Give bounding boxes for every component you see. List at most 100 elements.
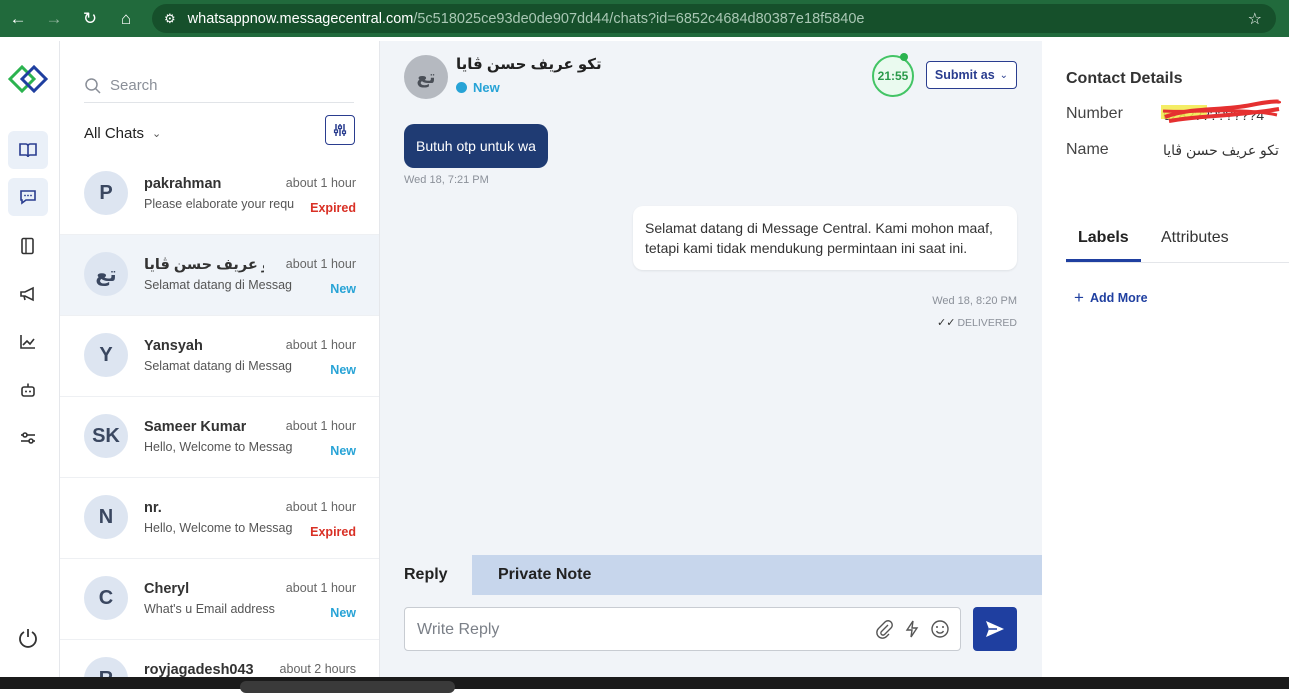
- chat-list-item[interactable]: R royjagadesh043 about 2 hours: [60, 640, 379, 677]
- rail-book-icon[interactable]: [8, 131, 48, 169]
- search-icon: [85, 77, 101, 94]
- chevron-down-icon: ⌄: [999, 69, 1009, 81]
- double-check-icon: ✓✓: [937, 317, 956, 329]
- status-badge: New: [330, 606, 356, 620]
- details-tabs: Labels Attributes: [1066, 229, 1289, 263]
- chat-name: Sameer Kumar: [144, 419, 247, 435]
- input-actions: [874, 619, 950, 639]
- chevron-down-icon: ⌄: [152, 128, 162, 140]
- chat-preview: Hello, Welcome to Messag: [144, 521, 293, 535]
- send-icon: [986, 621, 1004, 637]
- address-bar[interactable]: ⚙ whatsappnow.messagecentral.com /5c5180…: [152, 4, 1276, 33]
- conversation-status: New: [456, 80, 500, 95]
- status-badge: New: [330, 444, 356, 458]
- rail-megaphone-icon[interactable]: [8, 275, 48, 313]
- chat-preview: Selamat datang di Messag: [144, 278, 293, 292]
- send-button[interactable]: [973, 607, 1017, 651]
- chat-list-item[interactable]: P pakrahman about 1 hour Please elaborat…: [60, 154, 379, 235]
- reload-icon[interactable]: ↻: [72, 0, 108, 37]
- redaction-scribble: [1161, 99, 1281, 123]
- url-path: /5c518025ce93de0de907dd44/chats?id=6852c…: [413, 10, 865, 27]
- name-value: تكو عريف حسن ڤايا: [1163, 142, 1279, 158]
- avatar: N: [84, 495, 128, 539]
- chat-preview: Selamat datang di Messag: [144, 359, 293, 373]
- chat-list-item[interactable]: N nr. about 1 hour Hello, Welcome to Mes…: [60, 478, 379, 559]
- contact-avatar: تع: [404, 55, 448, 99]
- chat-name: تكو عريف حسن ڤايا: [144, 257, 264, 273]
- reply-placeholder: Write Reply: [417, 621, 500, 638]
- chat-list-item[interactable]: تع تكو عريف حسن ڤايا about 1 hour Selama…: [60, 235, 379, 316]
- emoji-icon[interactable]: [930, 619, 950, 639]
- os-taskbar: [0, 677, 1289, 693]
- reply-tabs: Reply Private Note: [380, 555, 1042, 595]
- chat-list-item[interactable]: SK Sameer Kumar about 1 hour Hello, Welc…: [60, 397, 379, 478]
- taskbar-search[interactable]: [240, 681, 455, 693]
- rail-contacts-icon[interactable]: [8, 227, 48, 265]
- status-label: New: [473, 80, 500, 95]
- chat-time: about 1 hour: [285, 500, 356, 514]
- site-settings-icon[interactable]: ⚙: [164, 11, 176, 27]
- chat-preview: Please elaborate your requ: [144, 197, 294, 211]
- lightning-quick-reply-icon[interactable]: [902, 619, 922, 639]
- chat-name: royjagadesh043: [144, 662, 254, 677]
- avatar: Y: [84, 333, 128, 377]
- rail-chat-icon[interactable]: [8, 178, 48, 216]
- avatar: تع: [84, 252, 128, 296]
- add-more-label: Add More: [1089, 291, 1148, 305]
- chat-time: about 1 hour: [285, 419, 356, 433]
- forward-arrow-icon[interactable]: →: [36, 0, 72, 37]
- tab-reply[interactable]: Reply: [380, 555, 472, 595]
- add-more-button[interactable]: + Add More: [1074, 288, 1148, 308]
- left-nav-rail: [0, 41, 60, 677]
- power-logout-icon[interactable]: [8, 619, 48, 657]
- status-badge: Expired: [310, 525, 356, 539]
- submit-as-button[interactable]: Submit as ⌄: [926, 61, 1017, 89]
- avatar: R: [84, 657, 128, 677]
- tab-private-note[interactable]: Private Note: [472, 555, 1042, 595]
- chat-preview: Hello, Welcome to Messag: [144, 440, 293, 454]
- rail-bot-icon[interactable]: [8, 371, 48, 409]
- chat-time: about 1 hour: [285, 257, 356, 271]
- avatar: SK: [84, 414, 128, 458]
- tab-attributes[interactable]: Attributes: [1161, 229, 1229, 247]
- home-icon[interactable]: ⌂: [108, 0, 144, 37]
- chat-preview: What's u Email address: [144, 602, 275, 616]
- chat-list-item[interactable]: Y Yansyah about 1 hour Selamat datang di…: [60, 316, 379, 397]
- chat-filter-label: All Chats: [84, 125, 145, 142]
- search-placeholder: Search: [110, 77, 158, 94]
- rail-settings-sliders-icon[interactable]: [8, 419, 48, 457]
- chat-time: about 1 hour: [285, 338, 356, 352]
- search-input[interactable]: Search: [84, 69, 354, 103]
- chat-name: Yansyah: [144, 338, 203, 354]
- chat-list-item[interactable]: C Cheryl about 1 hour What's u Email add…: [60, 559, 379, 640]
- incoming-message-time: Wed 18, 7:21 PM: [404, 174, 489, 186]
- filter-sliders-icon: [333, 124, 347, 136]
- contact-details-panel: Contact Details Number 628?????????4 Nam…: [1042, 41, 1289, 677]
- tab-labels[interactable]: Labels: [1078, 229, 1129, 247]
- incoming-message-bubble: Butuh otp untuk wa: [404, 124, 548, 168]
- plus-icon: +: [1074, 288, 1084, 307]
- status-badge: New: [330, 282, 356, 296]
- delivery-status: ✓✓ DELIVERED: [937, 316, 1017, 330]
- bookmark-star-icon[interactable]: ☆: [1248, 9, 1262, 29]
- conversation-panel: تع تكو عريف حسن ڤايا New 21:55 Submit as…: [380, 41, 1042, 677]
- contact-name: تكو عريف حسن ڤايا: [456, 56, 602, 73]
- back-arrow-icon[interactable]: ←: [0, 0, 36, 37]
- conversation-header: تع تكو عريف حسن ڤايا New 21:55 Submit as…: [380, 41, 1042, 113]
- avatar: P: [84, 171, 128, 215]
- browser-toolbar: ← → ↻ ⌂ ⚙ whatsappnow.messagecentral.com…: [0, 0, 1289, 37]
- status-dot-icon: [456, 82, 467, 93]
- attachment-paperclip-icon[interactable]: [874, 619, 894, 639]
- outgoing-message-time: Wed 18, 8:20 PM: [932, 295, 1017, 307]
- reply-input[interactable]: Write Reply: [404, 607, 961, 651]
- status-badge: Expired: [310, 201, 356, 215]
- filter-settings-button[interactable]: [325, 115, 355, 145]
- chat-name: nr.: [144, 500, 162, 516]
- chat-filter-dropdown[interactable]: All Chats ⌄: [84, 125, 161, 142]
- name-label: Name: [1066, 141, 1109, 158]
- chat-time: about 1 hour: [285, 581, 356, 595]
- session-timer: 21:55: [872, 55, 914, 97]
- timer-indicator-icon: [900, 53, 908, 61]
- chat-time: about 2 hours: [279, 662, 356, 676]
- rail-analytics-icon[interactable]: [8, 323, 48, 361]
